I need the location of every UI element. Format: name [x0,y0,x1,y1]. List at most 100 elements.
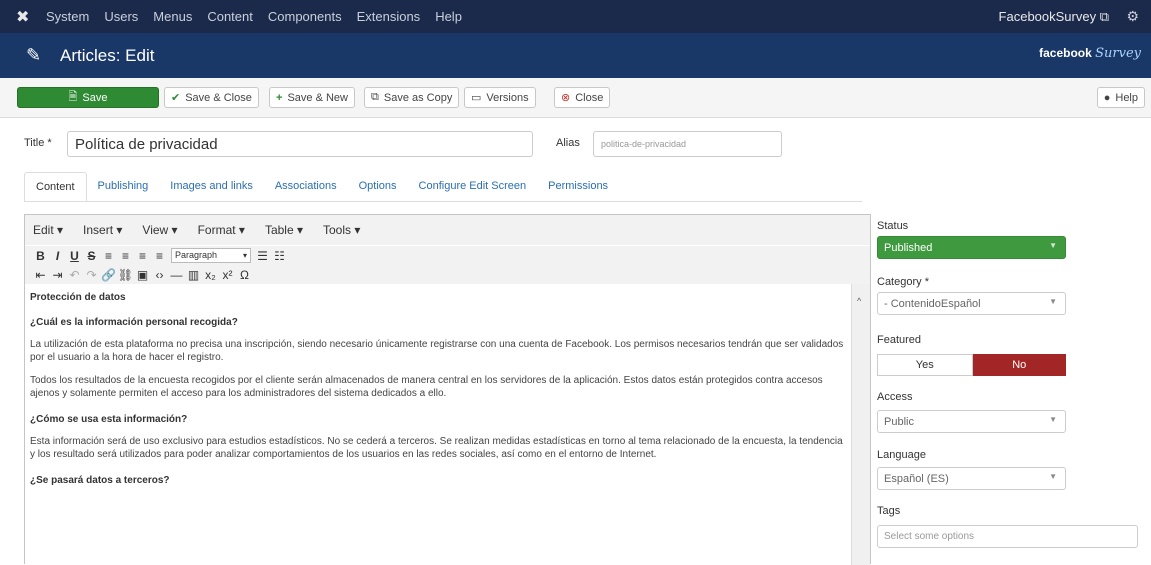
pencil-icon: ✎ [26,45,42,65]
tab-options[interactable]: Options [348,172,408,202]
tab-associations[interactable]: Associations [264,172,348,202]
strikethrough-icon[interactable]: S [83,249,100,263]
featured-yes-button[interactable]: Yes [877,354,973,376]
featured-toggle: Yes No [877,354,1066,376]
special-char-icon[interactable]: Ω [236,268,253,282]
rich-text-editor: Edit ▾ Insert ▾ View ▾ Format ▾ Table ▾ … [24,214,871,565]
chevron-down-icon: ▼ [1049,241,1057,250]
code-icon[interactable]: ‹› [151,268,168,282]
tab-content[interactable]: Content [24,172,87,202]
featured-label: Featured [877,334,922,346]
align-center-icon[interactable]: ≡ [117,249,134,263]
bullet-list-icon[interactable]: ☰ [254,249,271,263]
edit-tabs: Content Publishing Images and links Asso… [24,172,854,202]
help-label: Help [1115,91,1138,104]
save-button[interactable]: 🗎 Save [17,87,159,108]
category-select[interactable]: - ContenidoEspañol ▼ [877,292,1066,315]
underline-icon[interactable]: U [66,249,83,263]
menu-extensions[interactable]: Extensions [357,9,421,24]
table-icon[interactable]: ▥ [185,268,202,282]
featured-no-button[interactable]: No [972,354,1066,376]
plus-icon: + [276,91,283,104]
tab-images-links[interactable]: Images and links [159,172,264,202]
tags-label: Tags [877,505,901,517]
menu-table[interactable]: Table ▾ [265,223,303,237]
superscript-icon[interactable]: x² [219,268,236,282]
category-value: - ContenidoEspañol [884,297,981,310]
title-input[interactable]: Política de privacidad [67,131,533,157]
section-heading: ¿Cuál es la información personal recogid… [30,317,238,328]
menu-tools[interactable]: Tools ▾ [323,223,360,237]
tags-placeholder: Select some options [884,531,975,542]
italic-icon[interactable]: I [49,249,66,263]
undo-icon[interactable]: ↶ [66,268,83,282]
menu-users[interactable]: Users [104,9,138,24]
menu-format[interactable]: Format ▾ [198,223,245,237]
menu-system[interactable]: System [46,9,89,24]
section-heading: ¿Se pasará datos a terceros? [30,475,170,486]
redo-icon[interactable]: ↷ [83,268,100,282]
tab-publishing[interactable]: Publishing [87,172,160,202]
language-select[interactable]: Español (ES) ▼ [877,467,1066,490]
top-navbar: ✖ System Users Menus Content Components … [0,0,1151,33]
bold-icon[interactable]: B [32,249,49,263]
tags-input[interactable]: Select some options [877,525,1138,548]
page-header: ✎ Articles: Edit facebook Survey [0,33,1151,78]
versions-button[interactable]: ▭ Versions [464,87,536,108]
menu-view[interactable]: View ▾ [142,223,177,237]
chevron-down-icon: ▼ [1049,415,1057,424]
save-close-button[interactable]: ✔ Save & Close [164,87,259,108]
format-select[interactable]: Paragraph ▾ [171,248,251,263]
copy-icon: ⧉ [371,91,379,103]
chevron-down-icon: ▼ [1049,297,1057,306]
align-left-icon[interactable]: ≡ [100,249,117,263]
editor-scrollbar[interactable]: ^ [851,284,870,565]
alias-input[interactable]: politica-de-privacidad [593,131,782,157]
numbered-list-icon[interactable]: ☷ [271,249,288,263]
align-justify-icon[interactable]: ≡ [151,249,168,263]
alias-label: Alias [556,137,580,149]
page-title: Articles: Edit [60,45,155,65]
editor-content[interactable]: Protección de datos ¿Cuál es la informac… [25,284,851,565]
menu-help[interactable]: Help [435,9,462,24]
close-label: Close [575,91,604,104]
save-copy-button[interactable]: ⧉ Save as Copy [364,87,460,108]
unlink-icon[interactable]: ⛓ [117,268,134,282]
subscript-icon[interactable]: x₂ [202,268,219,282]
menu-components[interactable]: Components [268,9,342,24]
versions-label: Versions [486,91,529,104]
joomla-icon[interactable]: ✖ [16,7,46,27]
horizontal-rule-icon[interactable]: — [168,268,185,282]
menu-menus[interactable]: Menus [153,9,192,24]
brand-name: facebook [1039,46,1092,60]
access-select[interactable]: Public ▼ [877,410,1066,433]
chevron-down-icon: ▾ [242,251,247,260]
menu-content[interactable]: Content [207,9,253,24]
indent-icon[interactable]: ⇥ [49,268,66,282]
system-menu: System Users Menus Content Components Ex… [46,9,477,24]
access-value: Public [884,415,914,428]
align-right-icon[interactable]: ≡ [134,249,151,263]
scroll-up-icon[interactable]: ^ [857,296,861,306]
close-button[interactable]: ⊗ Close [554,87,611,108]
site-link[interactable]: FacebookSurvey ⧉ [999,9,1109,25]
status-select[interactable]: Published ▼ [877,236,1066,259]
section-heading: Protección de datos [30,292,126,303]
save-icon: 🗎 [68,91,78,103]
brand-script: Survey [1095,46,1141,61]
menu-edit[interactable]: Edit ▾ [33,223,63,237]
tab-configure-edit-screen[interactable]: Configure Edit Screen [408,172,538,202]
format-select-value: Paragraph [175,250,218,260]
gear-icon[interactable]: ⚙ [1126,8,1139,25]
outdent-icon[interactable]: ⇤ [32,268,49,282]
check-icon: ✔ [171,92,181,104]
help-button[interactable]: ● Help [1096,87,1145,108]
tab-permissions[interactable]: Permissions [537,172,619,202]
save-new-button[interactable]: + Save & New [269,87,355,108]
image-icon[interactable]: ▣ [134,268,151,282]
menu-insert[interactable]: Insert ▾ [83,223,122,237]
editor-toolbar-row-1: B I U S ≡ ≡ ≡ ≡ Paragraph ▾ ☰ ☷ [25,246,870,265]
link-icon[interactable]: 🔗 [100,268,117,282]
brand-logo: facebook Survey [1039,46,1141,61]
title-label: Title * [24,137,52,149]
